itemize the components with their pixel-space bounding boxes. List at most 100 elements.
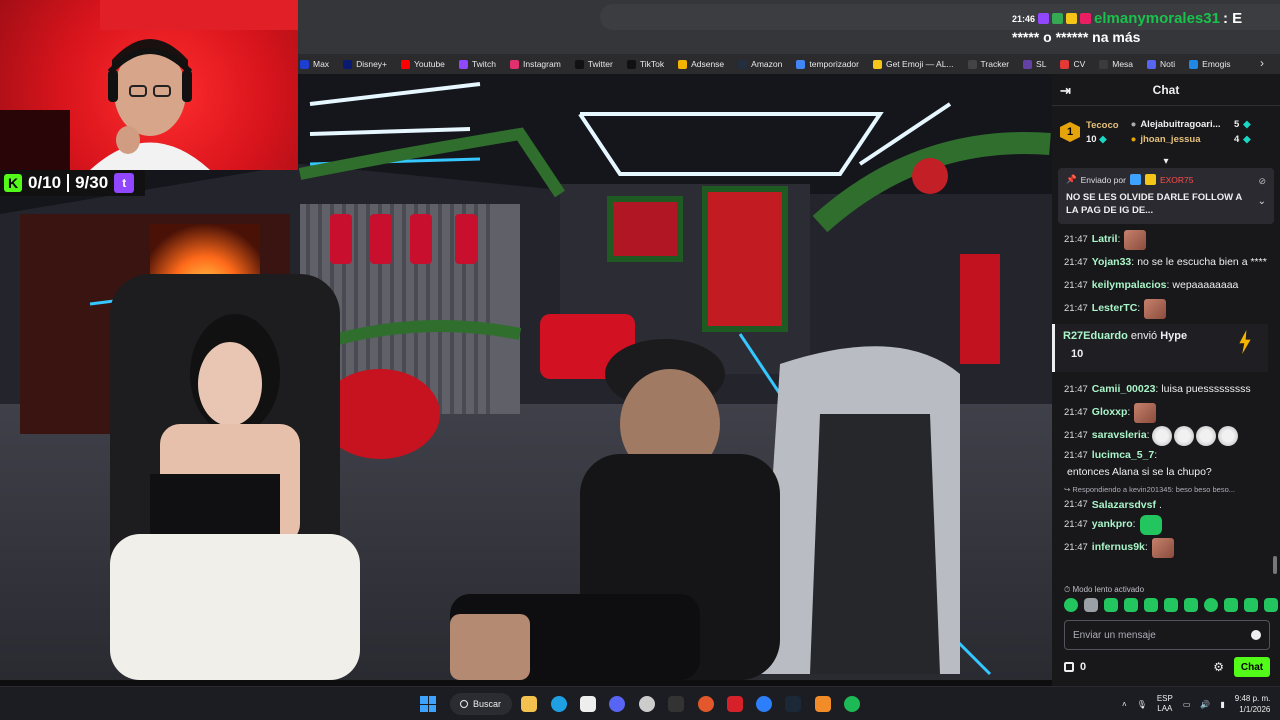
blue-app-icon[interactable] [756, 696, 772, 712]
bookmark-item[interactable]: Adsense [678, 59, 724, 69]
gem-icon: ◆ [1243, 134, 1251, 145]
channel-points-icon[interactable] [1064, 662, 1074, 672]
quick-emote-icon[interactable] [1184, 598, 1198, 612]
bookmark-item[interactable]: Twitter [574, 59, 613, 69]
message-username[interactable]: keilympalacios [1092, 277, 1167, 294]
quick-emote-icon[interactable] [1084, 598, 1098, 612]
round-emote-icon [1217, 425, 1238, 446]
volume-icon[interactable]: 🔊 [1200, 700, 1210, 709]
message-timestamp: 21:47 [1064, 280, 1088, 291]
chrome-icon[interactable] [639, 696, 655, 712]
chat-message: 21:47 Gloxxp: [1064, 401, 1268, 424]
bookmarks-overflow-chevron-icon[interactable]: › [1260, 56, 1264, 70]
bookmark-label: Emogis [1202, 59, 1231, 69]
expand-leaderboard-icon[interactable]: ▾ [1052, 157, 1280, 168]
gift-leaderboard[interactable]: 1 Tecoco 10 ◆ ● Alejabuitragoari... 5 ◆ … [1052, 106, 1280, 158]
gear-icon[interactable]: ⚙ [1213, 660, 1224, 674]
bookmark-item[interactable]: TikTok [626, 59, 664, 69]
bookmark-item[interactable]: Instagram [510, 59, 561, 69]
epic-games-icon[interactable] [668, 696, 684, 712]
message-username[interactable]: LesterTC [1092, 300, 1138, 317]
bookmark-favicon-icon [678, 59, 688, 69]
quick-emote-icon[interactable] [1164, 598, 1178, 612]
username-separator: : [1137, 302, 1141, 314]
store-icon[interactable] [580, 696, 596, 712]
message-username[interactable]: Camii_00023 [1092, 381, 1156, 398]
pinned-sender: EXOR75 [1159, 174, 1194, 185]
expand-pinned-chevron-icon[interactable]: ⌄ [1258, 196, 1266, 207]
message-timestamp: 21:47 [1064, 519, 1088, 530]
game-launcher-icon[interactable] [698, 696, 714, 712]
chat-scrollbar[interactable] [1273, 556, 1277, 574]
steam-icon[interactable] [785, 696, 801, 712]
orange-app-icon[interactable] [815, 696, 831, 712]
bookmark-item[interactable]: Mesa [1099, 59, 1133, 69]
quick-emote-icon[interactable] [1124, 598, 1138, 612]
discord-icon[interactable] [609, 696, 625, 712]
bookmark-favicon-icon [1099, 59, 1109, 69]
chat-message-input[interactable]: Enviar un mensaje [1064, 620, 1270, 650]
edge-browser-icon[interactable] [551, 696, 567, 712]
message-username[interactable]: Yojan33 [1092, 254, 1132, 271]
red-app-icon[interactable] [727, 696, 743, 712]
network-icon[interactable]: ▭ [1183, 700, 1191, 709]
bookmark-item[interactable]: CV [1060, 59, 1085, 69]
message-timestamp: 21:47 [1064, 499, 1088, 510]
quick-emote-icon[interactable] [1144, 598, 1158, 612]
message-timestamp: 21:47 [1064, 257, 1088, 268]
collapse-chat-icon[interactable]: ⇥ [1060, 83, 1071, 99]
system-clock[interactable]: 9:48 p. m. 1/1/2026 [1235, 693, 1271, 715]
bookmark-item[interactable]: Max [300, 59, 329, 69]
file-explorer-icon[interactable] [521, 696, 537, 712]
leaderboard-entry-name: jhoan_jessua [1140, 134, 1201, 145]
moderator-badge-icon [1129, 174, 1141, 185]
language-indicator[interactable]: ESP LAA [1157, 694, 1173, 714]
channel-points-value: 0 [1080, 661, 1087, 673]
chat-send-button[interactable]: Chat [1234, 657, 1270, 677]
taskbar-search-button[interactable]: Buscar [450, 693, 512, 715]
message-username[interactable]: lucimca_5_7 [1092, 447, 1154, 464]
tray-overflow-chevron-icon[interactable]: ˄ [1122, 700, 1127, 709]
bookmark-item[interactable]: Get Emoji — AL... [872, 59, 954, 69]
battery-icon[interactable]: ▮ [1220, 700, 1224, 709]
quick-emote-icon[interactable] [1244, 598, 1258, 612]
bookmark-item[interactable]: Tracker [967, 59, 1010, 69]
message-username[interactable]: Latril [1092, 231, 1118, 248]
unpin-icon[interactable]: ⊘ [1258, 176, 1266, 187]
bookmark-item[interactable]: temporizador [796, 59, 859, 69]
message-username[interactable]: saravsleria [1092, 427, 1147, 444]
twitch-logo-icon: t [114, 173, 135, 193]
message-username[interactable]: Salazarsdvsf [1092, 498, 1156, 512]
overlay-timestamp: 21:46 [1012, 13, 1036, 24]
message-username[interactable]: Gloxxp [1092, 404, 1128, 421]
quick-emote-icon[interactable] [1224, 598, 1238, 612]
quick-emote-icon[interactable] [1264, 598, 1278, 612]
green-emote-icon [1139, 514, 1162, 535]
bookmark-item[interactable]: Youtube [401, 59, 445, 69]
quick-emote-icon[interactable] [1204, 598, 1218, 612]
message-username[interactable]: yankpro [1092, 516, 1133, 533]
bookmark-favicon-icon [1147, 59, 1157, 69]
windows-taskbar: Buscar ˄ 🎙 ESP LAA ▭ 🔊 ▮ 9:48 p. m. 1/1/… [0, 686, 1280, 720]
overlay-username: elmanymorales31 [1094, 10, 1220, 27]
spotify-icon[interactable] [844, 696, 860, 712]
bookmark-item[interactable]: Disney+ [343, 59, 387, 69]
microphone-icon[interactable]: 🎙 [1137, 700, 1147, 709]
quick-emote-icon[interactable] [1104, 598, 1118, 612]
message-username[interactable]: infernus9k [1092, 539, 1145, 556]
face-emote-icon [1134, 402, 1157, 423]
windows-start-icon[interactable] [420, 696, 436, 712]
pinned-message[interactable]: 📌 Enviado por EXOR75 NO SE LES OLVIDE DA… [1058, 168, 1274, 224]
bookmark-favicon-icon [796, 59, 806, 69]
bookmark-item[interactable]: Noti [1147, 59, 1175, 69]
bookmark-item[interactable]: Amazon [738, 59, 782, 69]
message-text: . [1159, 499, 1162, 511]
bookmark-item[interactable]: Twitch [458, 59, 496, 69]
bookmark-item[interactable]: SL [1023, 59, 1046, 69]
emoji-picker-icon[interactable] [1251, 630, 1261, 640]
quick-emote-icon[interactable] [1064, 598, 1078, 612]
kick-goal-count: 0/10 [28, 173, 62, 192]
bookmark-item[interactable]: Emogis [1189, 59, 1231, 69]
bookmark-label: Tracker [980, 59, 1010, 69]
bookmark-label: Youtube [414, 59, 445, 69]
